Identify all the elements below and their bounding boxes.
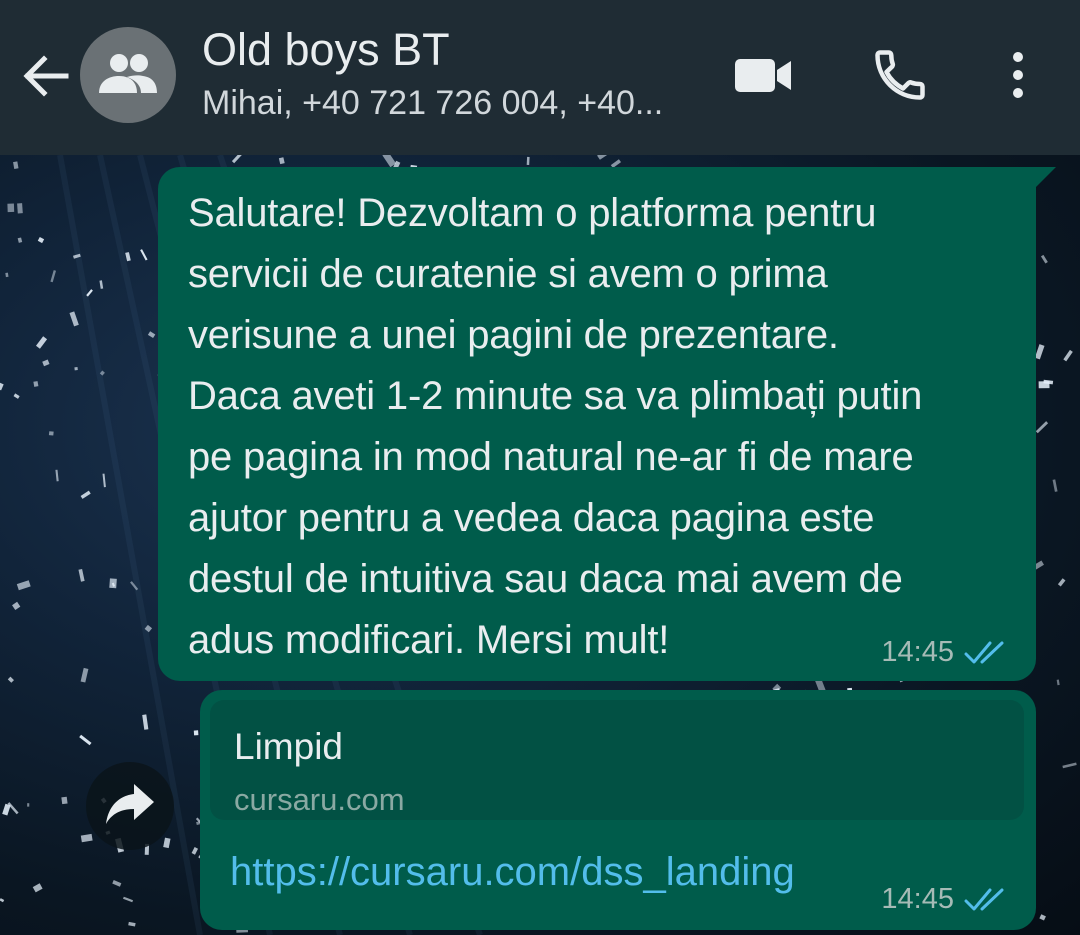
forward-button[interactable] [86, 762, 174, 850]
outgoing-link-message[interactable]: Limpid cursaru.com https://cursaru.com/d… [200, 690, 1036, 930]
link-preview-title: Limpid [234, 726, 343, 767]
arrow-left-icon [23, 55, 69, 97]
chat-title[interactable]: Old boys BT [202, 24, 450, 76]
voice-call-button[interactable] [870, 45, 930, 105]
bubble-tail [1036, 167, 1056, 187]
group-avatar[interactable] [80, 27, 176, 123]
chat-header: Old boys BT Mihai, +40 721 726 004, +40.… [0, 0, 1080, 155]
double-check-icon [964, 641, 1004, 663]
video-camera-icon [735, 59, 791, 92]
message-time: 14:45 [881, 883, 954, 915]
video-call-button[interactable] [733, 45, 793, 105]
forward-arrow-icon [106, 784, 154, 824]
more-vertical-icon [1013, 52, 1023, 98]
message-link[interactable]: https://cursaru.com/dss_landing [230, 850, 795, 895]
phone-icon [875, 50, 925, 100]
message-time: 14:45 [881, 636, 954, 668]
link-preview-card[interactable]: Limpid cursaru.com [210, 700, 1024, 820]
outgoing-message[interactable]: Salutare! Dezvoltam o platforma pentru s… [158, 167, 1056, 681]
link-preview-domain: cursaru.com [234, 782, 405, 817]
double-check-icon [964, 888, 1004, 910]
more-options-button[interactable] [990, 45, 1046, 105]
back-button[interactable] [18, 48, 74, 104]
group-icon [99, 54, 157, 93]
message-meta: 14:45 [881, 636, 1008, 669]
chat-subtitle[interactable]: Mihai, +40 721 726 004, +40... [202, 84, 663, 123]
message-text: Salutare! Dezvoltam o platforma pentru s… [188, 191, 923, 662]
message-meta: 14:45 [881, 883, 1008, 916]
